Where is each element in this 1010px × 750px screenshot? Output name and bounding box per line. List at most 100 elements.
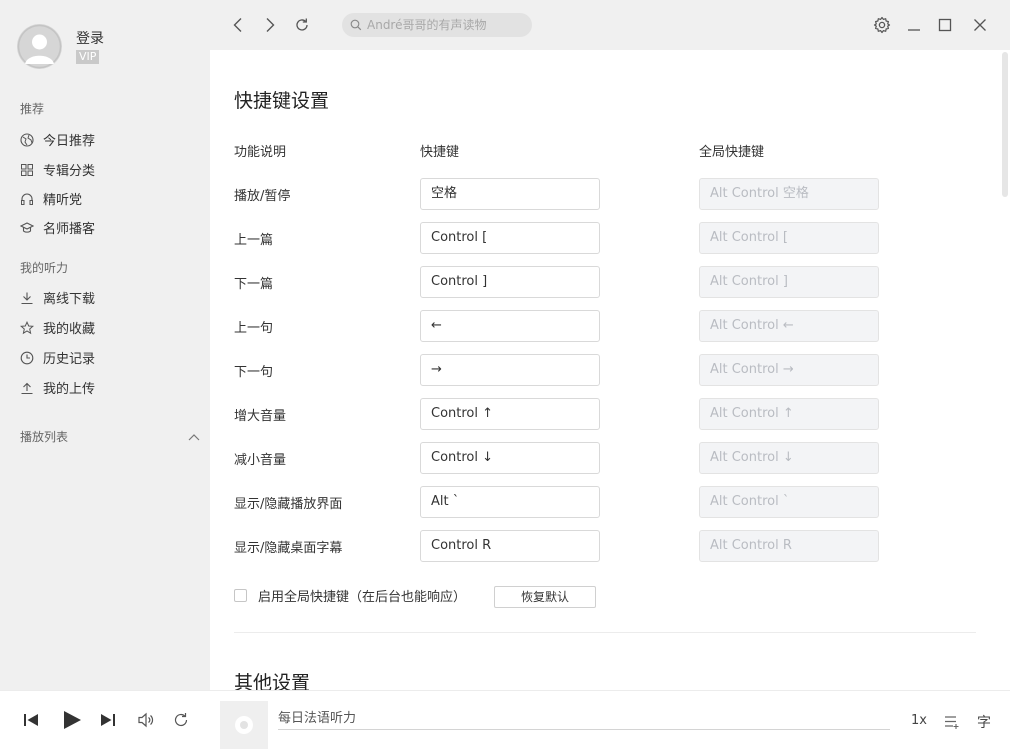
user-profile[interactable]: 登录 VIP — [17, 24, 104, 69]
sidebar-item-downloads[interactable]: 离线下载 — [20, 288, 95, 307]
shortcut-field[interactable]: Control [ — [420, 222, 600, 254]
shortcut-label: 播放/暂停 — [234, 189, 291, 204]
global-shortcut-field: Alt Control ↓ — [699, 442, 879, 474]
login-link[interactable]: 登录 — [76, 30, 104, 48]
sidebar-item-albums[interactable]: 专辑分类 — [20, 160, 95, 179]
user-avatar-icon — [17, 24, 62, 69]
shortcut-label: 显示/隐藏桌面字幕 — [234, 541, 343, 556]
shortcut-label: 上一篇 — [234, 233, 274, 248]
reset-defaults-button[interactable]: 恢复默认 — [494, 586, 596, 608]
speed-button[interactable]: 1x — [911, 713, 927, 728]
volume-icon — [138, 712, 154, 728]
search-input[interactable] — [367, 18, 527, 32]
close-button[interactable] — [970, 15, 990, 35]
player-bar: 每日法语听力 1x 字 — [0, 690, 1010, 750]
sidebar-item-label: 我的收藏 — [43, 322, 96, 337]
shortcut-field[interactable]: → — [420, 354, 600, 386]
vip-badge[interactable]: VIP — [76, 49, 100, 64]
page-title: 快捷键设置 — [234, 90, 330, 112]
global-shortcut-field: Alt Control ← — [699, 310, 879, 342]
shortcut-field[interactable]: Alt ` — [420, 486, 600, 518]
playlist-section-toggle[interactable]: 播放列表 — [20, 428, 200, 445]
gear-icon — [873, 16, 891, 34]
play-button[interactable] — [61, 709, 83, 731]
playlist-button[interactable] — [943, 713, 961, 731]
search-box[interactable] — [342, 13, 532, 37]
maximize-button[interactable] — [935, 15, 955, 35]
skip-previous-icon — [24, 714, 38, 726]
settings-panel: 快捷键设置 功能说明 快捷键 全局快捷键 播放/暂停 空格 Alt Contro… — [210, 50, 1010, 690]
global-shortcut-field: Alt Control ] — [699, 266, 879, 298]
shortcut-field[interactable]: Control R — [420, 530, 600, 562]
shortcut-field[interactable]: Control ] — [420, 266, 600, 298]
shortcut-field[interactable]: Control ↓ — [420, 442, 600, 474]
shortcut-label: 增大音量 — [234, 409, 287, 424]
track-cover[interactable] — [220, 701, 268, 749]
refresh-button[interactable] — [292, 15, 312, 35]
chevron-right-icon — [266, 18, 275, 32]
global-shortcut-field: Alt Control 空格 — [699, 178, 879, 210]
enable-global-label[interactable]: 启用全局快捷键（在后台也能响应） — [258, 586, 466, 605]
forward-button[interactable] — [260, 15, 280, 35]
enable-global-shortcuts-row[interactable]: 启用全局快捷键（在后台也能响应） — [234, 586, 466, 605]
download-icon — [21, 292, 33, 304]
minimize-button[interactable] — [904, 15, 924, 35]
sidebar-item-label: 名师播客 — [43, 222, 96, 237]
next-button[interactable] — [99, 711, 117, 729]
chevron-up-icon[interactable] — [188, 433, 200, 441]
column-header-global: 全局快捷键 — [699, 145, 765, 160]
global-shortcut-field: Alt Control ` — [699, 486, 879, 518]
shortcut-label: 上一句 — [234, 321, 274, 336]
lyrics-button[interactable]: 字 — [977, 712, 991, 732]
sidebar-item-uploads[interactable]: 我的上传 — [20, 378, 95, 397]
volume-button[interactable] — [137, 711, 155, 729]
sidebar-item-history[interactable]: 历史记录 — [20, 348, 95, 367]
sidebar-item-label: 离线下载 — [43, 292, 96, 307]
close-icon — [974, 19, 986, 31]
headphones-icon — [21, 193, 33, 205]
shortcut-label: 减小音量 — [234, 453, 287, 468]
column-header-shortcut: 快捷键 — [420, 145, 460, 160]
sidebar-item-intensive[interactable]: 精听党 — [20, 189, 82, 208]
progress-bar[interactable] — [278, 729, 890, 730]
shortcut-label: 下一篇 — [234, 277, 274, 292]
sidebar-item-favorites[interactable]: 我的收藏 — [20, 318, 95, 337]
chevron-left-icon — [233, 18, 242, 32]
previous-button[interactable] — [22, 711, 40, 729]
search-icon — [350, 19, 362, 31]
avatar[interactable] — [17, 24, 62, 69]
track-title: 每日法语听力 — [278, 711, 357, 726]
sidebar-item-label: 我的上传 — [43, 382, 96, 397]
shortcut-field[interactable]: Control ↑ — [420, 398, 600, 430]
global-shortcut-field: Alt Control [ — [699, 222, 879, 254]
sidebar-item-today[interactable]: 今日推荐 — [20, 130, 95, 149]
shortcut-label: 下一句 — [234, 365, 274, 380]
repeat-icon — [174, 713, 188, 727]
minimize-icon — [908, 29, 920, 31]
other-settings-title: 其他设置 — [234, 672, 311, 690]
column-header-function: 功能说明 — [234, 145, 287, 160]
repeat-button[interactable] — [172, 711, 190, 729]
top-bar — [210, 0, 1010, 50]
sidebar-item-label: 精听党 — [43, 193, 83, 208]
play-icon — [64, 711, 81, 729]
graduation-cap-icon — [20, 221, 34, 233]
grid-icon — [21, 163, 33, 176]
clock-icon — [20, 351, 34, 364]
scrollbar-thumb[interactable] — [1002, 52, 1008, 197]
playlist-label: 播放列表 — [20, 430, 69, 444]
upload-icon — [21, 382, 33, 394]
sidebar: 登录 VIP 推荐 今日推荐 专辑分类 精听党 名师播客 我的听力 离线下载 我… — [0, 0, 210, 690]
star-icon — [20, 320, 34, 334]
settings-button[interactable] — [872, 15, 892, 35]
playlist-icon — [945, 716, 959, 729]
skip-next-icon — [101, 714, 115, 726]
shortcut-field[interactable]: 空格 — [420, 178, 600, 210]
sidebar-item-label: 历史记录 — [43, 352, 96, 367]
shortcut-field[interactable]: ← — [420, 310, 600, 342]
back-button[interactable] — [228, 15, 248, 35]
sidebar-item-podcasts[interactable]: 名师播客 — [20, 218, 95, 237]
enable-global-checkbox[interactable] — [234, 589, 247, 602]
section-title-mine: 我的听力 — [20, 261, 69, 275]
global-shortcut-field: Alt Control R — [699, 530, 879, 562]
